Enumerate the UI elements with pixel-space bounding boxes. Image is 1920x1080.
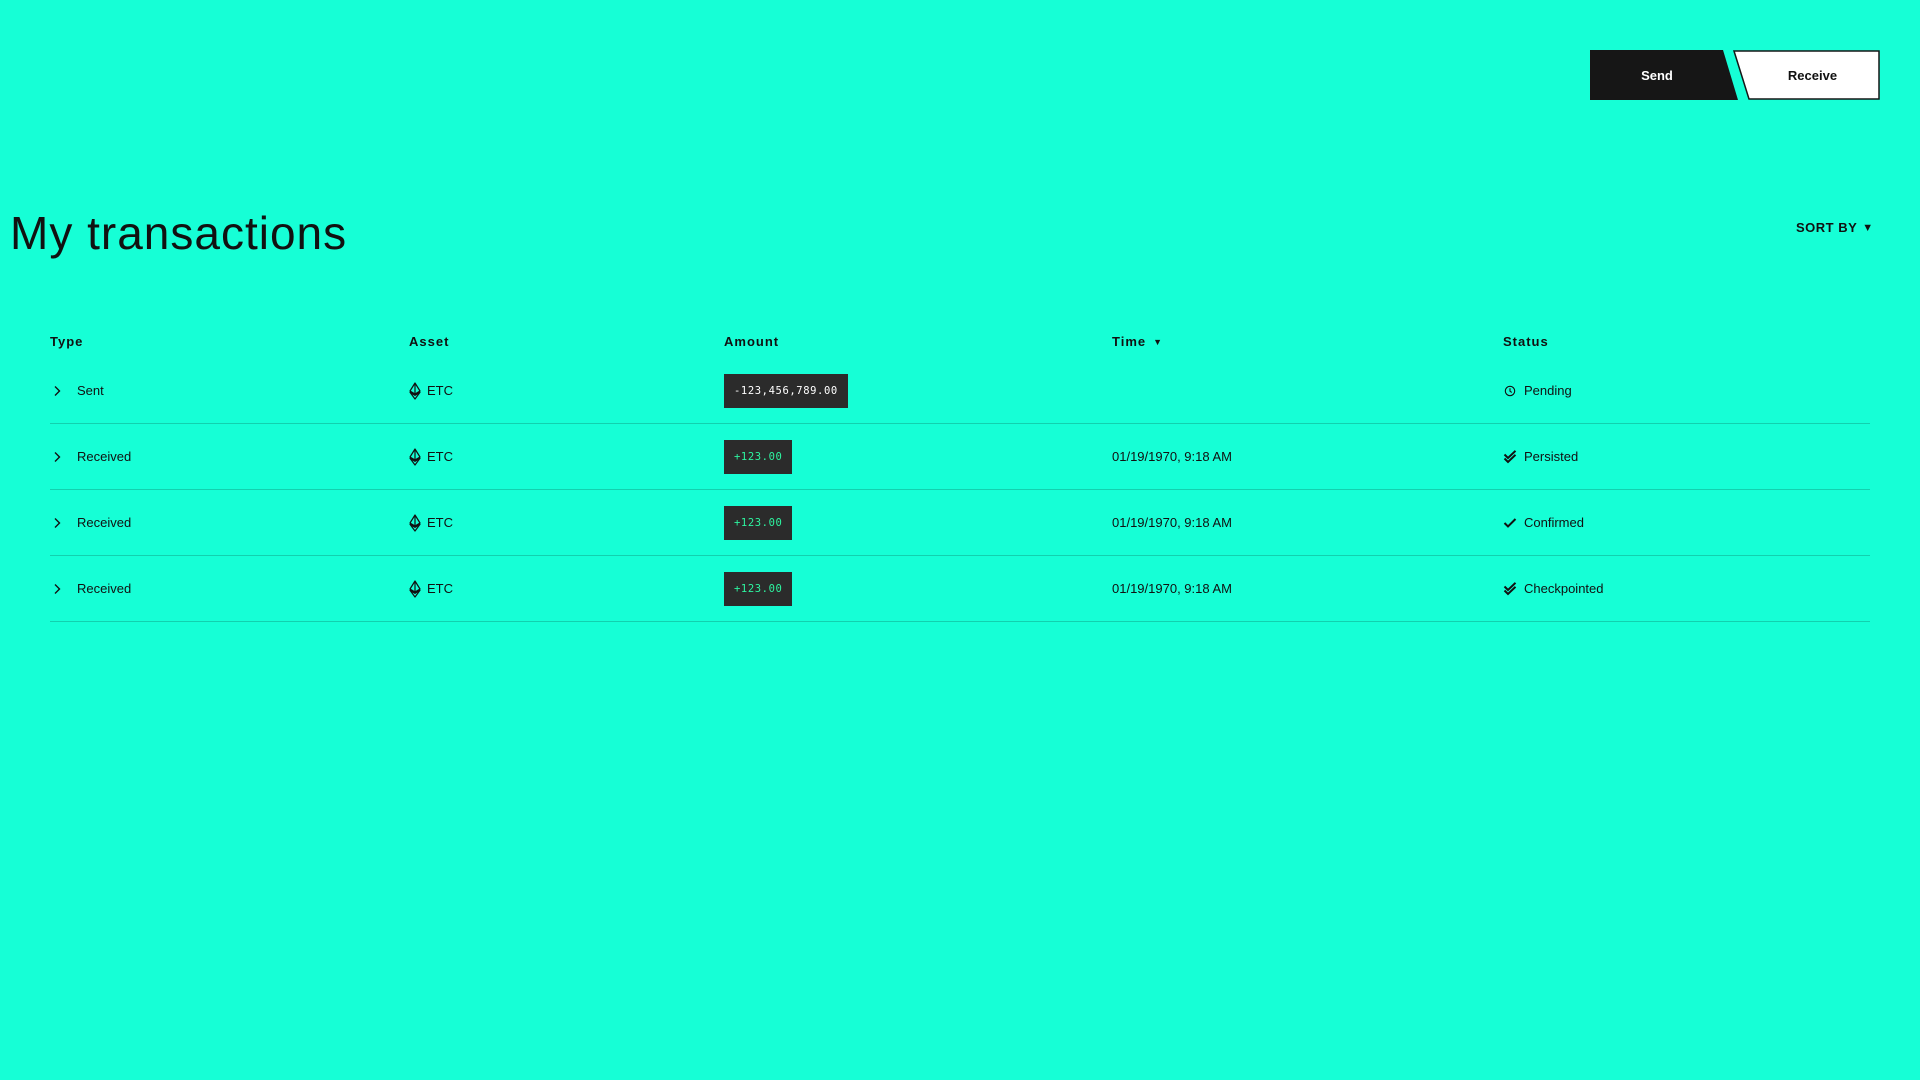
- column-header-time-label: Time: [1112, 334, 1147, 349]
- column-header-amount: Amount: [724, 334, 780, 349]
- caret-down-icon: ▼: [1862, 221, 1874, 234]
- table-header: Type Asset Amount Time ▼ Status: [50, 326, 1870, 358]
- table-row[interactable]: Received ETC +123.00 01/19/1970, 9:18 AM: [50, 424, 1870, 490]
- asset-label: ETC: [427, 581, 453, 596]
- send-button[interactable]: Send: [1590, 50, 1738, 100]
- header-actions: Send Receive: [1590, 50, 1880, 100]
- receive-button[interactable]: Receive: [1733, 50, 1880, 100]
- status-cell: Pending: [1503, 358, 1863, 423]
- check-icon: [1503, 516, 1517, 530]
- column-header-time[interactable]: Time ▼: [1112, 334, 1163, 349]
- ethereum-icon: [409, 513, 421, 532]
- asset-cell: ETC: [409, 490, 709, 555]
- amount-badge: +123.00: [724, 571, 793, 606]
- status-label: Persisted: [1524, 449, 1579, 464]
- type-cell: Received: [50, 490, 400, 555]
- transactions-page: Send Receive My transactions SORT BY ▼ T…: [0, 0, 1920, 1080]
- status-label: Checkpointed: [1524, 581, 1604, 596]
- amount-badge: +123.00: [724, 439, 793, 474]
- clock-icon: [1503, 384, 1517, 398]
- status-cell: Checkpointed: [1503, 556, 1863, 621]
- time-cell: 01/19/1970, 9:18 AM: [1112, 449, 1232, 464]
- time-cell: [1112, 358, 1492, 423]
- status-label: Pending: [1524, 383, 1572, 398]
- amount-cell: +123.00: [724, 556, 1104, 621]
- asset-cell: ETC: [409, 424, 709, 489]
- sort-by-label: SORT BY: [1796, 220, 1858, 235]
- chevron-right-icon[interactable]: [50, 582, 64, 596]
- amount-cell: +123.00: [724, 424, 1104, 489]
- time-cell: 01/19/1970, 9:18 AM: [1112, 515, 1232, 530]
- transactions-table: Type Asset Amount Time ▼ Status Sent ETC…: [50, 326, 1870, 622]
- status-label: Confirmed: [1524, 515, 1584, 530]
- amount-cell: -123,456,789.00: [724, 358, 1104, 423]
- asset-label: ETC: [427, 449, 453, 464]
- double-check-icon: [1503, 449, 1517, 464]
- amount-badge: -123,456,789.00: [724, 373, 848, 408]
- sort-by-dropdown[interactable]: SORT BY ▼: [1796, 220, 1874, 235]
- asset-cell: ETC: [409, 358, 709, 423]
- ethereum-icon: [409, 381, 421, 400]
- chevron-right-icon[interactable]: [50, 384, 64, 398]
- ethereum-icon: [409, 579, 421, 598]
- column-header-status: Status: [1503, 334, 1549, 349]
- transaction-type: Received: [77, 449, 132, 464]
- asset-label: ETC: [427, 515, 453, 530]
- table-row[interactable]: Sent ETC -123,456,789.00 Pending: [50, 358, 1870, 424]
- table-row[interactable]: Received ETC +123.00 01/19/1970, 9:18 AM: [50, 556, 1870, 622]
- status-cell: Confirmed: [1503, 490, 1863, 555]
- transaction-type: Received: [77, 581, 132, 596]
- asset-cell: ETC: [409, 556, 709, 621]
- table-body: Sent ETC -123,456,789.00 Pending Receive…: [50, 358, 1870, 622]
- chevron-right-icon[interactable]: [50, 516, 64, 530]
- type-cell: Received: [50, 556, 400, 621]
- receive-button-label: Receive: [1787, 67, 1838, 83]
- time-cell: 01/19/1970, 9:18 AM: [1112, 581, 1232, 596]
- type-cell: Received: [50, 424, 400, 489]
- column-header-asset: Asset: [409, 334, 450, 349]
- page-title: My transactions: [10, 207, 348, 259]
- asset-label: ETC: [427, 383, 453, 398]
- sort-caret-icon: ▼: [1153, 336, 1164, 347]
- amount-badge: +123.00: [724, 505, 793, 540]
- type-cell: Sent: [50, 358, 400, 423]
- column-header-type: Type: [50, 334, 84, 349]
- status-cell: Persisted: [1503, 424, 1863, 489]
- transaction-type: Sent: [77, 383, 104, 398]
- double-check-icon: [1503, 581, 1517, 596]
- ethereum-icon: [409, 447, 421, 466]
- amount-cell: +123.00: [724, 490, 1104, 555]
- transaction-type: Received: [77, 515, 132, 530]
- table-row[interactable]: Received ETC +123.00 01/19/1970, 9:18 AM: [50, 490, 1870, 556]
- chevron-right-icon[interactable]: [50, 450, 64, 464]
